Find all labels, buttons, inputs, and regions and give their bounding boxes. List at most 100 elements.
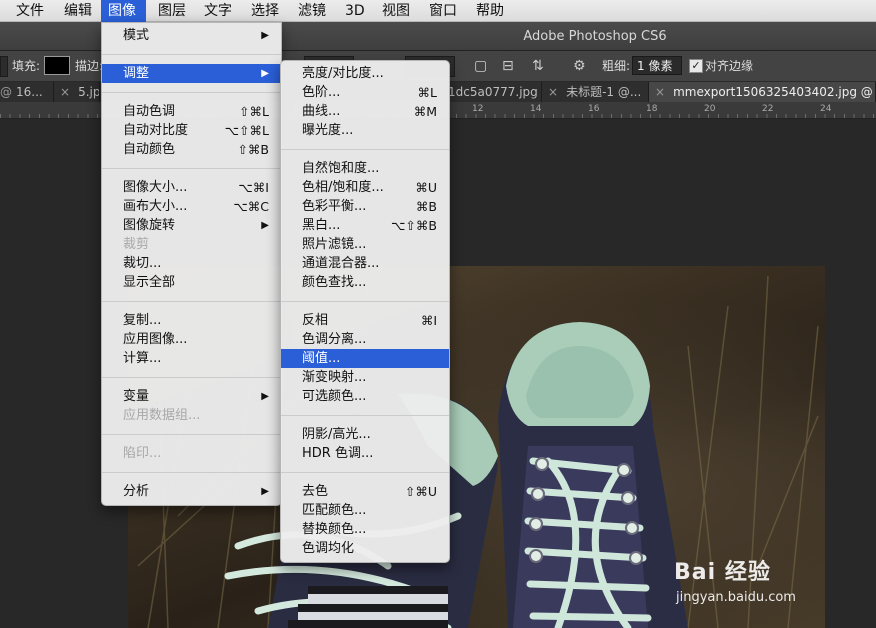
shortcut-label: ⇧⌘U [404, 484, 437, 499]
menu-item-posterize[interactable]: 色调分离... [281, 330, 449, 349]
width-input[interactable]: 1 像素 [632, 56, 682, 75]
doc-tab-3[interactable]: 1dc5a0777.jpg [448, 82, 542, 102]
fill-color-swatch[interactable] [44, 56, 70, 75]
menu-item-brightness-contrast[interactable]: 亮度/对比度... [281, 64, 449, 83]
menu-item-trim[interactable]: 裁切... [102, 254, 281, 273]
menu-item-label: 自动色调 [123, 104, 176, 119]
menu-filter[interactable]: 滤镜 [291, 0, 333, 22]
menu-item-auto-contrast[interactable]: 自动对比度 ⌥⇧⌘L [102, 121, 281, 140]
menu-item-exposure[interactable]: 曝光度... [281, 121, 449, 140]
menu-item-label: 阴影/高光... [302, 427, 371, 442]
menu-item-threshold[interactable]: 阈值... [281, 349, 449, 368]
path-alignment-icon[interactable]: ⊟ [502, 57, 514, 75]
baidu-jingyan-watermark: Bai 经验 jingyan.baidu.com [672, 546, 872, 628]
chevron-right-icon: ▶ [261, 220, 269, 231]
menu-item-hue-saturation[interactable]: 色相/饱和度... ⌘U [281, 178, 449, 197]
doc-tab-4[interactable]: × 未标题-1 @... [542, 82, 649, 102]
menu-item-auto-color[interactable]: 自动颜色 ⇧⌘B [102, 140, 281, 159]
menu-item-match-color[interactable]: 匹配颜色... [281, 501, 449, 520]
menu-item-label: 陷印... [123, 446, 162, 461]
ruler-tick-label: 24 [820, 104, 832, 114]
menu-item-adjustments[interactable]: 调整 ▶ [102, 64, 281, 83]
shortcut-label: ⌘I [420, 313, 437, 328]
doc-tab-2[interactable]: × 5.jpg @ [54, 82, 100, 102]
menu-edit[interactable]: 编辑 [57, 0, 99, 22]
menu-item-levels[interactable]: 色阶... ⌘L [281, 83, 449, 102]
shortcut-label: ⌘M [413, 104, 437, 119]
menu-select[interactable]: 选择 [244, 0, 286, 22]
fill-label: 填充: [12, 59, 41, 73]
menu-image[interactable]: 图像 [101, 0, 146, 22]
menu-item-label: 阈值... [302, 351, 341, 366]
menu-item-color-lookup[interactable]: 颜色查找... [281, 273, 449, 292]
tab-close-icon[interactable]: @ [0, 85, 12, 99]
menu-item-vibrance[interactable]: 自然饱和度... [281, 159, 449, 178]
menu-help[interactable]: 帮助 [469, 0, 511, 22]
doc-tab-active[interactable]: × mmexport1506325403402.jpg @ 16.7 [649, 82, 876, 102]
close-icon[interactable]: × [60, 85, 70, 99]
menu-3d[interactable]: 3D [338, 0, 372, 22]
menu-item-invert[interactable]: 反相 ⌘I [281, 311, 449, 330]
menu-item-shadows-highlights[interactable]: 阴影/高光... [281, 425, 449, 444]
menu-item-label: 画布大小... [123, 199, 188, 214]
width-label: 粗细: [602, 59, 631, 73]
tab-label: 1dc5a0777.jpg [448, 85, 538, 99]
chevron-right-icon: ▶ [261, 68, 269, 79]
menu-item-trap: 陷印... [102, 444, 281, 463]
menu-item-channel-mixer[interactable]: 通道混合器... [281, 254, 449, 273]
menu-item-gradient-map[interactable]: 渐变映射... [281, 368, 449, 387]
menu-item-duplicate[interactable]: 复制... [102, 311, 281, 330]
menu-item-image-rotation[interactable]: 图像旋转 ▶ [102, 216, 281, 235]
tool-preset-picker[interactable] [0, 56, 8, 77]
menu-item-apply-image[interactable]: 应用图像... [102, 330, 281, 349]
menu-separator [102, 92, 281, 93]
menu-item-mode[interactable]: 模式 ▶ [102, 26, 281, 45]
path-arrangement-icon[interactable]: ⇅ [532, 57, 544, 75]
menu-layer[interactable]: 图层 [151, 0, 193, 22]
menu-item-curves[interactable]: 曲线... ⌘M [281, 102, 449, 121]
ruler-tick-label: 20 [704, 104, 716, 114]
path-operations-icon[interactable]: ▢ [474, 57, 487, 75]
stroke-label: 描边: [75, 59, 104, 73]
menu-window[interactable]: 窗口 [422, 0, 464, 22]
watermark-url: jingyan.baidu.com [676, 590, 796, 605]
menu-item-calculations[interactable]: 计算... [102, 349, 281, 368]
menu-item-label: 黑白... [302, 218, 341, 233]
close-icon[interactable]: × [548, 85, 558, 99]
tab-label: 未标题-1 @... [566, 85, 642, 99]
menu-item-label: 颜色查找... [302, 275, 367, 290]
menu-item-auto-tone[interactable]: 自动色调 ⇧⌘L [102, 102, 281, 121]
menu-item-desaturate[interactable]: 去色 ⇧⌘U [281, 482, 449, 501]
close-icon[interactable]: × [655, 85, 665, 99]
ruler-tick-label: 14 [530, 104, 542, 114]
menu-item-photo-filter[interactable]: 照片滤镜... [281, 235, 449, 254]
ruler-tick-label: 18 [646, 104, 658, 114]
menu-item-label: 计算... [123, 351, 162, 366]
menu-item-label: 裁剪 [123, 237, 150, 252]
menu-type[interactable]: 文字 [197, 0, 239, 22]
menu-item-label: 应用图像... [123, 332, 188, 347]
gear-icon[interactable]: ⚙ [573, 57, 586, 75]
menu-item-replace-color[interactable]: 替换颜色... [281, 520, 449, 539]
menu-item-label: 照片滤镜... [302, 237, 367, 252]
menu-item-selective-color[interactable]: 可选颜色... [281, 387, 449, 406]
menu-item-analysis[interactable]: 分析 ▶ [102, 482, 281, 501]
menu-item-label: 分析 [123, 484, 150, 499]
menu-item-color-balance[interactable]: 色彩平衡... ⌘B [281, 197, 449, 216]
menu-item-image-size[interactable]: 图像大小... ⌥⌘I [102, 178, 281, 197]
align-edges-checkbox[interactable]: ✓ [689, 59, 703, 73]
menu-item-label: 色调均化 [302, 541, 355, 556]
menu-item-hdr-toning[interactable]: HDR 色调... [281, 444, 449, 463]
menu-item-canvas-size[interactable]: 画布大小... ⌥⌘C [102, 197, 281, 216]
align-edges-label: 对齐边缘 [705, 59, 754, 73]
menu-item-variables[interactable]: 变量 ▶ [102, 387, 281, 406]
tab-label: mmexport1506325403402.jpg @ 16.7 [673, 85, 875, 99]
menu-item-equalize[interactable]: 色调均化 [281, 539, 449, 558]
macos-menu-bar: 文件 编辑 图像 图层 文字 选择 滤镜 3D 视图 窗口 帮助 [0, 0, 876, 22]
menu-view[interactable]: 视图 [375, 0, 417, 22]
menu-item-black-white[interactable]: 黑白... ⌥⇧⌘B [281, 216, 449, 235]
menu-file[interactable]: 文件 [9, 0, 51, 22]
menu-item-label: 色阶... [302, 85, 341, 100]
doc-tab-1[interactable]: @16... [0, 82, 54, 102]
menu-item-reveal-all[interactable]: 显示全部 [102, 273, 281, 292]
